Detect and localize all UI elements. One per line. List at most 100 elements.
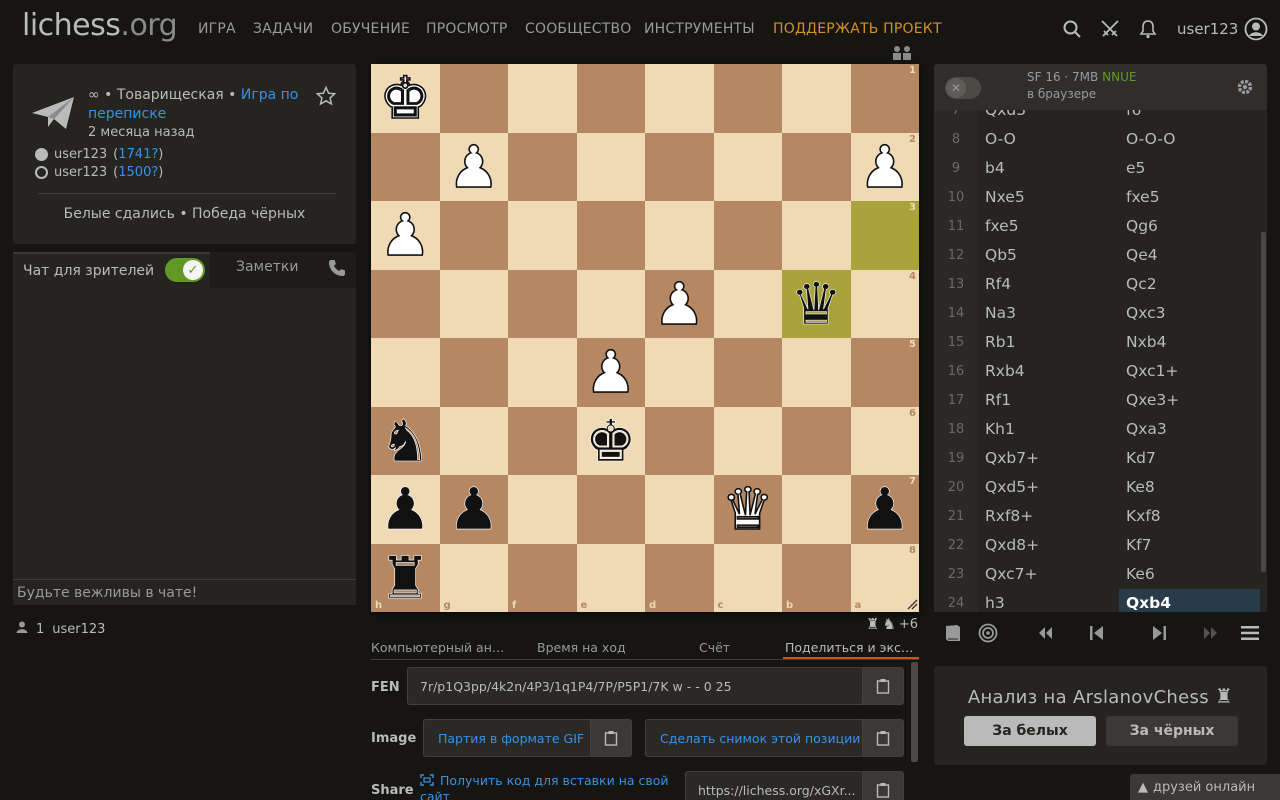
board-square[interactable] [713, 201, 782, 270]
board-square[interactable]: 1 [850, 64, 919, 133]
copy-gif-button[interactable] [590, 719, 632, 757]
board-square[interactable] [508, 201, 577, 270]
star-icon[interactable] [315, 85, 337, 106]
board-square[interactable] [713, 338, 782, 407]
board-square[interactable]: f [508, 543, 577, 612]
board-square[interactable]: ♜ h [371, 543, 440, 612]
board-square[interactable] [439, 338, 508, 407]
board-square[interactable] [713, 406, 782, 475]
board-square[interactable] [508, 338, 577, 407]
black-move[interactable]: Ke8 [1119, 473, 1260, 502]
board-square[interactable]: ♟ [371, 201, 440, 270]
white-pawn-icon[interactable]: ♟ [858, 137, 912, 197]
white-move[interactable]: fxe5 [978, 212, 1119, 241]
board-square[interactable]: ♟ [645, 269, 714, 338]
white-move[interactable]: h3 [978, 589, 1119, 612]
white-move[interactable]: Qxd3 [978, 110, 1119, 125]
board-square[interactable] [439, 64, 508, 133]
board-resize-handle[interactable] [906, 598, 918, 610]
board-square[interactable] [439, 406, 508, 475]
board-square[interactable] [576, 64, 645, 133]
black-player-name[interactable]: user123 [54, 165, 107, 180]
board-square[interactable] [439, 201, 508, 270]
white-move[interactable]: Qb5 [978, 241, 1119, 270]
white-move[interactable]: Qxd8+ [978, 531, 1119, 560]
black-king-icon[interactable]: ♚ [584, 411, 637, 470]
board-square[interactable] [508, 406, 577, 475]
white-move[interactable]: Rb1 [978, 328, 1119, 357]
black-knight-icon[interactable]: ♞ [379, 411, 432, 470]
black-move[interactable]: Qxa3 [1119, 415, 1260, 444]
board-square[interactable] [645, 64, 714, 133]
white-player-name[interactable]: user123 [54, 147, 107, 162]
board-square[interactable]: e [576, 543, 645, 612]
board-square[interactable]: ♚ [576, 406, 645, 475]
board-square[interactable] [371, 132, 440, 201]
black-pawn-icon[interactable]: ♟ [447, 480, 500, 539]
board-square[interactable] [576, 201, 645, 270]
white-king-icon[interactable]: ♚ [378, 68, 432, 128]
board-square[interactable]: ♛ [713, 475, 782, 544]
black-rook-icon[interactable]: ♜ [379, 548, 432, 607]
white-move[interactable]: Kh1 [978, 415, 1119, 444]
black-move[interactable]: Kd7 [1119, 444, 1260, 473]
board-square[interactable]: g [439, 543, 508, 612]
board-square[interactable] [713, 132, 782, 201]
board-square[interactable] [508, 64, 577, 133]
fen-input[interactable]: 7r/p1Q3pp/4k2n/4P3/1q1P4/7P/P5P1/7K w - … [407, 667, 863, 705]
copy-snapshot-button[interactable] [862, 719, 904, 757]
user-menu-name[interactable]: user123 [1177, 20, 1238, 38]
bell-icon[interactable] [1137, 18, 1159, 40]
board-square[interactable] [645, 201, 714, 270]
nav-community[interactable]: СООБЩЕСТВО [525, 21, 632, 37]
user-avatar-icon[interactable] [1244, 17, 1268, 41]
white-move[interactable]: Rf4 [978, 270, 1119, 299]
swords-icon[interactable] [1099, 18, 1121, 40]
board-square[interactable] [645, 338, 714, 407]
board-square[interactable] [576, 269, 645, 338]
white-move[interactable]: Rxb4 [978, 357, 1119, 386]
white-move[interactable]: Rxf8+ [978, 502, 1119, 531]
board-square[interactable]: ♟ [439, 475, 508, 544]
black-move[interactable]: Kf7 [1119, 531, 1260, 560]
last-move-icon[interactable] [1197, 620, 1225, 646]
white-pawn-icon[interactable]: ♟ [447, 137, 501, 197]
black-pawn-icon[interactable]: ♟ [858, 480, 911, 539]
board-square[interactable]: 6 [850, 406, 919, 475]
gear-icon[interactable] [1236, 78, 1254, 96]
board-square[interactable] [645, 406, 714, 475]
black-player-row[interactable]: user123 (1500?) [35, 165, 163, 180]
analyze-black-button[interactable]: За чёрных [1106, 716, 1238, 746]
black-move[interactable]: Qxc3 [1119, 299, 1260, 328]
gif-link[interactable]: Партия в формате GIF [423, 719, 591, 757]
black-move[interactable]: Kxf8 [1119, 502, 1260, 531]
board-square[interactable]: ♟ 7 [850, 475, 919, 544]
tab-share-export[interactable]: Поделиться и экспорт [783, 636, 919, 659]
black-move[interactable]: e5 [1119, 154, 1260, 183]
black-move[interactable]: Qxc1+ [1119, 357, 1260, 386]
site-logo[interactable]: lichess.org [22, 8, 178, 43]
board-square[interactable] [782, 338, 851, 407]
tab-crosstable[interactable]: Счёт [673, 636, 783, 659]
board-square[interactable]: ♟ [371, 475, 440, 544]
white-pawn-icon[interactable]: ♟ [652, 274, 706, 334]
black-queen-icon[interactable]: ♛ [790, 274, 843, 333]
board-square[interactable] [371, 269, 440, 338]
black-move[interactable]: Qc2 [1119, 270, 1260, 299]
board-square[interactable]: ♞ [371, 406, 440, 475]
white-move[interactable]: Rf1 [978, 386, 1119, 415]
board-square[interactable]: d [645, 543, 714, 612]
prev-move-icon[interactable] [1083, 620, 1111, 646]
white-queen-icon[interactable]: ♛ [721, 479, 775, 539]
chat-input[interactable]: Будьте вежливы в чате! [13, 579, 356, 605]
practice-target-icon[interactable] [974, 620, 1002, 646]
snapshot-link[interactable]: Сделать снимок этой позиции [645, 719, 863, 757]
embed-code-link[interactable]: Получить код для вставки на свой сайт [420, 773, 670, 800]
first-move-icon[interactable] [1031, 620, 1059, 646]
white-move[interactable]: Nxe5 [978, 183, 1119, 212]
white-player-row[interactable]: user123 (1741?) [35, 147, 163, 162]
black-move[interactable]: f6 [1119, 110, 1260, 125]
nav-play[interactable]: ИГРА [198, 21, 236, 37]
nav-learn[interactable]: ОБУЧЕНИЕ [331, 21, 410, 37]
board-square[interactable]: 4 [850, 269, 919, 338]
